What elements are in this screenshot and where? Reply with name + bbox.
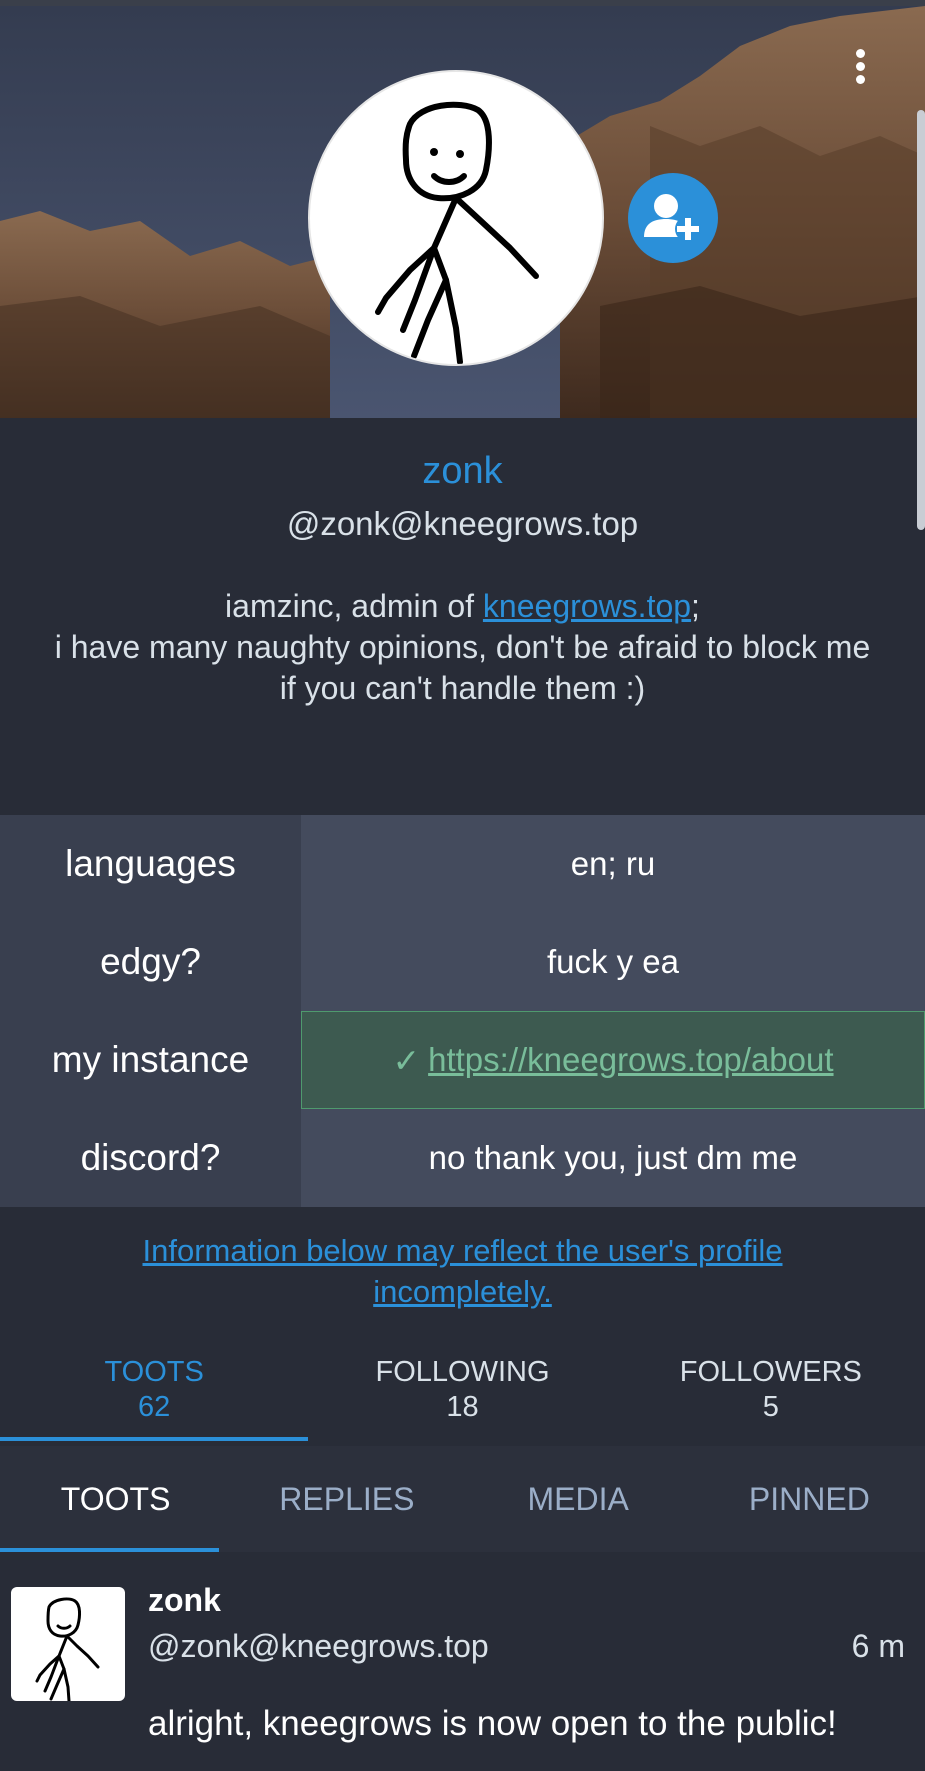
field-value: en; ru — [301, 815, 925, 913]
counter-label: FOLLOWING — [375, 1356, 550, 1388]
counter-label: TOOTS — [104, 1356, 204, 1388]
counter-followers[interactable]: FOLLOWERS 5 — [617, 1352, 925, 1442]
counter-value: 5 — [762, 1391, 779, 1423]
stick-figure-image — [35, 1597, 100, 1701]
bio-line-2: i have many naughty opinions, don't be a… — [54, 629, 871, 665]
field-row-verified: my instance ✓ https://kneegrows.top/abou… — [0, 1011, 925, 1109]
bio-link[interactable]: kneegrows.top — [483, 588, 691, 624]
account-handle: @zonk@kneegrows.top — [286, 505, 639, 542]
tab-pinned[interactable]: PINNED — [694, 1446, 925, 1552]
counter-toots[interactable]: TOOTS 62 — [0, 1352, 309, 1442]
notice-link-line-1[interactable]: Information below may reflect the user's… — [143, 1233, 783, 1268]
status-item[interactable]: zonk @zonk@kneegrows.top 6 m alright, kn… — [0, 1552, 925, 1771]
display-name: zonk — [422, 450, 503, 492]
field-value: ✓ https://kneegrows.top/about — [301, 1011, 925, 1109]
verified-check-icon: ✓ — [392, 1041, 421, 1079]
field-row: languages en; ru — [0, 815, 925, 913]
add-user-icon — [644, 194, 701, 242]
field-value: fuck y ea — [301, 913, 925, 1011]
avatar — [308, 70, 604, 366]
field-row: discord? no thank you, just dm me — [0, 1109, 925, 1207]
bio-suffix: ; — [691, 588, 700, 624]
status-avatar[interactable] — [11, 1587, 125, 1701]
instance-link[interactable]: https://kneegrows.top/about — [428, 1041, 833, 1079]
bio-prefix: iamzinc, admin of — [225, 588, 483, 624]
counter-value: 62 — [138, 1391, 171, 1423]
profile-bio: iamzinc, admin of kneegrows.top; i have … — [0, 586, 925, 709]
bio-line-1: iamzinc, admin of kneegrows.top; — [0, 586, 925, 627]
notice-link-line-2[interactable]: incompletely. — [373, 1274, 552, 1309]
counter-value: 18 — [446, 1391, 479, 1423]
profile-fields: languages en; ru edgy? fuck y ea my inst… — [0, 815, 925, 1207]
field-name: languages — [0, 815, 301, 913]
profile-header — [0, 6, 925, 418]
tab-media[interactable]: MEDIA — [463, 1446, 694, 1552]
field-name: edgy? — [0, 913, 301, 1011]
status-display-name[interactable]: zonk — [148, 1582, 221, 1619]
status-content: alright, kneegrows is now open to the pu… — [148, 1704, 837, 1743]
account-counters: TOOTS 62 FOLLOWING 18 FOLLOWERS 5 — [0, 1352, 925, 1442]
field-name: my instance — [0, 1011, 301, 1109]
timeline-tabs: TOOTS REPLIES MEDIA PINNED — [0, 1446, 925, 1552]
tab-replies[interactable]: REPLIES — [231, 1446, 462, 1552]
bio-line-3: if you can't handle them :) — [279, 670, 646, 706]
status-timestamp[interactable]: 6 m — [852, 1628, 905, 1665]
counter-following[interactable]: FOLLOWING 18 — [308, 1352, 616, 1442]
field-value: no thank you, just dm me — [301, 1109, 925, 1207]
field-row: edgy? fuck y ea — [0, 913, 925, 1011]
counter-label: FOLLOWERS — [679, 1356, 862, 1388]
status-handle: @zonk@kneegrows.top — [148, 1628, 489, 1664]
field-name: discord? — [0, 1109, 301, 1207]
more-vertical-icon[interactable] — [845, 46, 875, 94]
follow-button[interactable] — [628, 173, 718, 263]
tab-toots[interactable]: TOOTS — [0, 1446, 231, 1552]
stick-figure-image — [375, 101, 539, 364]
remote-profile-notice: Information below may reflect the user's… — [0, 1230, 925, 1312]
